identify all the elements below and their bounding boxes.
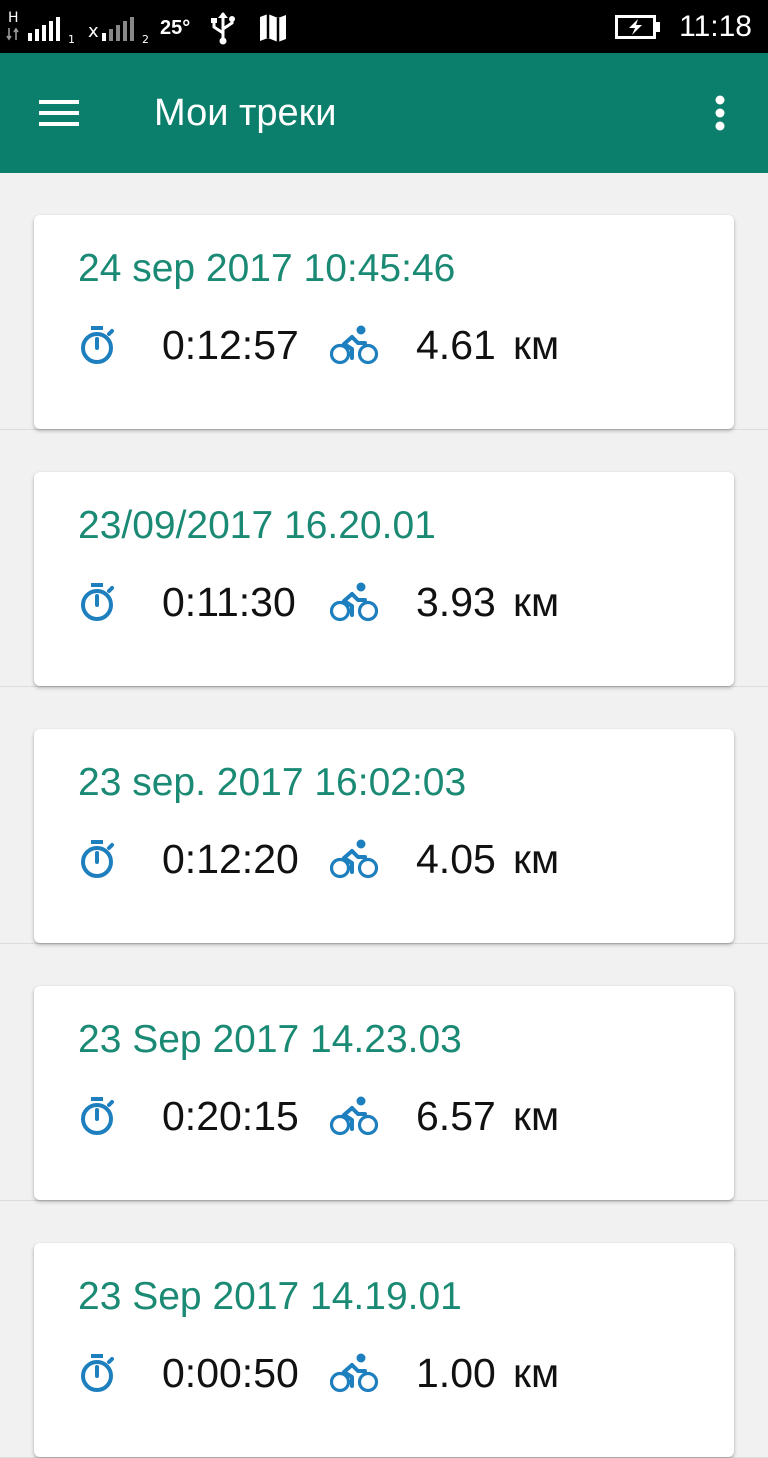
track-distance: 4.05 [416, 836, 496, 882]
bicycle-icon [330, 1096, 378, 1136]
temperature-label: 25° [160, 16, 191, 39]
list-item: 23 sep. 2017 16:02:03 0:12:20 4.05 км [0, 687, 768, 944]
list-item: 24 sep 2017 10:45:46 0:12:57 4.61 км [0, 173, 768, 430]
track-stats: 0:20:15 6.57 км [78, 1092, 718, 1140]
stopwatch-icon [81, 326, 114, 364]
track-stats: 0:00:50 1.00 км [78, 1349, 718, 1397]
battery-charging-icon [615, 14, 661, 39]
track-card[interactable]: 24 sep 2017 10:45:46 0:12:57 4.61 км [34, 215, 734, 429]
track-date: 23 Sep 2017 14.23.03 [78, 1018, 462, 1061]
signal-sim2: x 2 [88, 13, 150, 46]
status-right-group: 11:18 [615, 0, 752, 53]
sim2-label: 2 [142, 33, 149, 46]
track-duration: 0:12:20 [162, 836, 299, 882]
hamburger-menu-icon [39, 100, 79, 126]
track-card[interactable]: 23 Sep 2017 14.23.03 0:20:15 6.57 км [34, 986, 734, 1200]
track-card[interactable]: 23 sep. 2017 16:02:03 0:12:20 4.05 км [34, 729, 734, 943]
data-arrows-icon [6, 27, 19, 41]
stopwatch-icon [81, 583, 114, 621]
bicycle-icon [330, 1353, 378, 1393]
track-stats: 0:11:30 3.93 км [78, 578, 718, 626]
more-vert-icon [715, 95, 725, 131]
distance-unit: км [513, 579, 560, 625]
distance-unit: км [513, 1093, 560, 1139]
sim1-label: 1 [68, 33, 75, 46]
track-distance: 6.57 [416, 1093, 496, 1139]
clock: 11:18 [679, 9, 752, 43]
track-duration: 0:20:15 [162, 1093, 299, 1139]
track-duration: 0:00:50 [162, 1350, 299, 1396]
status-left-group: H 1 x 2 25° [6, 8, 288, 48]
stopwatch-icon [81, 1097, 114, 1135]
tracks-list: 24 sep 2017 10:45:46 0:12:57 4.61 км 23/… [0, 173, 768, 1458]
track-card[interactable]: 23/09/2017 16.20.01 0:11:30 3.93 км [34, 472, 734, 686]
distance-unit: км [513, 836, 560, 882]
track-duration: 0:12:57 [162, 322, 299, 368]
list-item: 23 Sep 2017 14.23.03 0:20:15 6.57 км [0, 944, 768, 1201]
track-distance: 1.00 [416, 1350, 496, 1396]
signal-strength-icon [102, 17, 134, 41]
signal-strength-icon [28, 17, 60, 41]
no-signal-label: x [88, 21, 99, 42]
page-title: Мои треки [154, 92, 337, 134]
track-stats: 0:12:20 4.05 км [78, 835, 718, 883]
bicycle-icon [330, 582, 378, 622]
list-item: 23 Sep 2017 14.19.01 0:00:50 1.00 км [0, 1201, 768, 1458]
more-options-button[interactable] [696, 83, 744, 143]
track-date: 24 sep 2017 10:45:46 [78, 247, 456, 290]
bicycle-icon [330, 325, 378, 365]
track-card[interactable]: 23 Sep 2017 14.19.01 0:00:50 1.00 км [34, 1243, 734, 1457]
track-duration: 0:11:30 [162, 579, 296, 625]
menu-button[interactable] [24, 83, 96, 143]
track-distance: 4.61 [416, 322, 496, 368]
status-bar: H 1 x 2 25° 11:18 [0, 0, 768, 53]
stopwatch-icon [81, 1354, 114, 1392]
track-date: 23/09/2017 16.20.01 [78, 504, 436, 547]
stopwatch-icon [81, 840, 114, 878]
track-distance: 3.93 [416, 579, 496, 625]
track-date: 23 sep. 2017 16:02:03 [78, 761, 467, 804]
distance-unit: км [513, 1350, 560, 1396]
app-bar: Мои треки [0, 53, 768, 173]
track-stats: 0:12:57 4.61 км [78, 321, 718, 369]
signal-sim1: H 1 [6, 10, 76, 46]
map-icon [260, 14, 287, 42]
usb-icon [211, 12, 236, 45]
track-date: 23 Sep 2017 14.19.01 [78, 1275, 462, 1318]
distance-unit: км [513, 322, 560, 368]
network-type-label: H [8, 10, 19, 26]
list-item: 23/09/2017 16.20.01 0:11:30 3.93 км [0, 430, 768, 687]
bicycle-icon [330, 839, 378, 879]
